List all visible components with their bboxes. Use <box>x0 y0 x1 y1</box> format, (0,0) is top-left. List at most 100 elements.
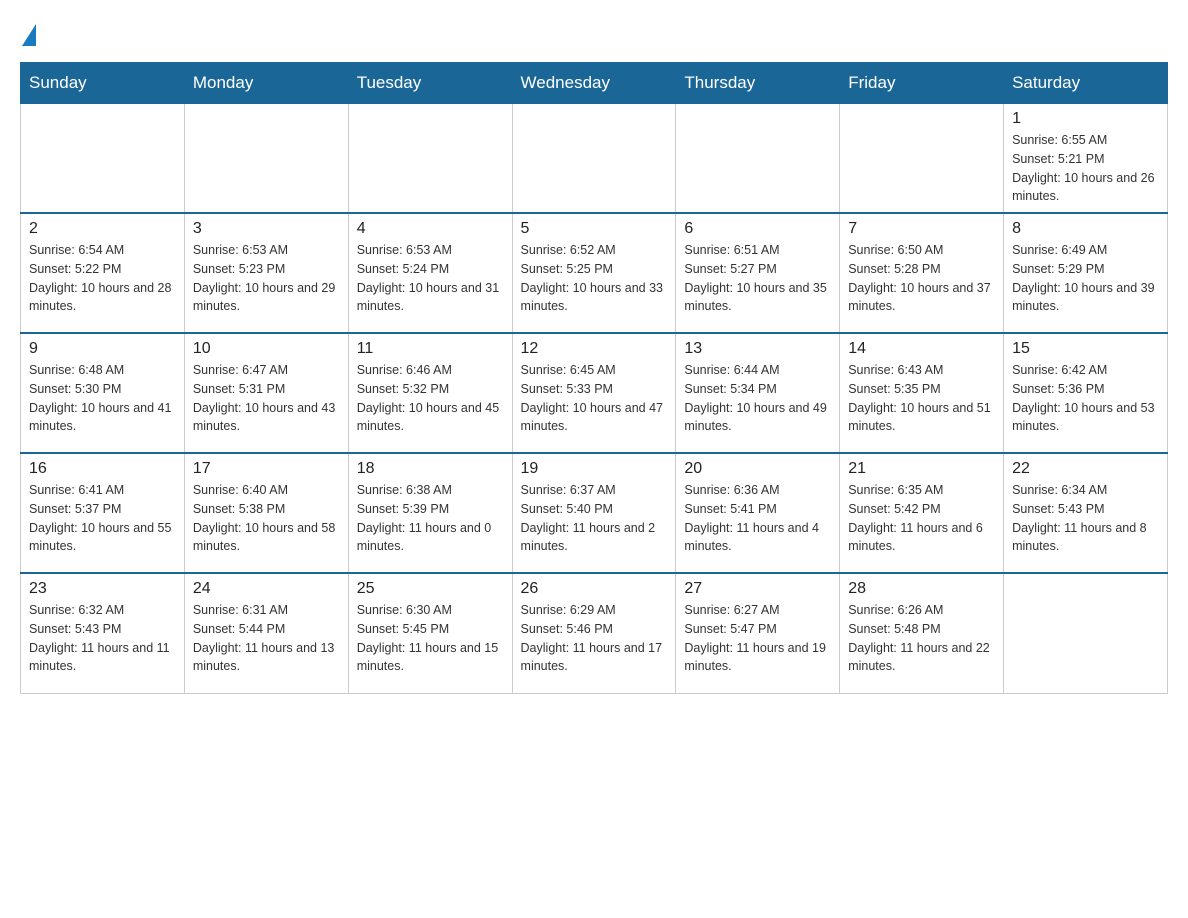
calendar-cell: 20Sunrise: 6:36 AMSunset: 5:41 PMDayligh… <box>676 453 840 573</box>
day-info: Sunrise: 6:48 AMSunset: 5:30 PMDaylight:… <box>29 361 176 436</box>
week-row-4: 16 Sunrise: 6:41 AMSunset: 5:37 PMDayligh… <box>21 453 1168 573</box>
day-info: Sunrise: 6:38 AMSunset: 5:39 PMDaylight:… <box>357 481 504 556</box>
calendar-cell: 6 Sunrise: 6:51 AMSunset: 5:27 PMDaylight… <box>676 213 840 333</box>
day-info: Sunrise: 6:27 AMSunset: 5:47 PMDaylight:… <box>684 601 831 676</box>
day-info: Sunrise: 6:32 AMSunset: 5:43 PMDaylight:… <box>29 601 176 676</box>
day-info: Sunrise: 6:49 AMSunset: 5:29 PMDaylight:… <box>1012 241 1159 316</box>
day-info: Sunrise: 6:52 AMSunset: 5:25 PMDaylight:… <box>521 241 668 316</box>
calendar-cell: 27 Sunrise: 6:27 AMSunset: 5:47 PMDayligh… <box>676 573 840 693</box>
calendar-cell: 12Sunrise: 6:45 AMSunset: 5:33 PMDayligh… <box>512 333 676 453</box>
day-info: Sunrise: 6:45 AMSunset: 5:33 PMDaylight:… <box>521 361 668 436</box>
calendar-cell: 19 Sunrise: 6:37 AMSunset: 5:40 PMDayligh… <box>512 453 676 573</box>
day-number: 13 <box>684 340 831 358</box>
day-number: 10 <box>193 340 340 358</box>
day-info: Sunrise: 6:54 AMSunset: 5:22 PMDaylight:… <box>29 241 176 316</box>
logo <box>20 20 36 42</box>
day-number: 26 <box>521 580 668 598</box>
calendar-table: SundayMondayTuesdayWednesdayThursdayFrid… <box>20 62 1168 694</box>
day-number: 2 <box>29 220 176 238</box>
day-info: Sunrise: 6:34 AMSunset: 5:43 PMDaylight:… <box>1012 481 1159 556</box>
day-number: 16 <box>29 460 176 478</box>
day-info: Sunrise: 6:43 AMSunset: 5:35 PMDaylight:… <box>848 361 995 436</box>
calendar-cell: 22 Sunrise: 6:34 AMSunset: 5:43 PMDayligh… <box>1004 453 1168 573</box>
calendar-cell: 4 Sunrise: 6:53 AMSunset: 5:24 PMDaylight… <box>348 213 512 333</box>
day-number: 17 <box>193 460 340 478</box>
day-number: 9 <box>29 340 176 358</box>
week-row-5: 23 Sunrise: 6:32 AMSunset: 5:43 PMDayligh… <box>21 573 1168 693</box>
day-info: Sunrise: 6:50 AMSunset: 5:28 PMDaylight:… <box>848 241 995 316</box>
calendar-cell: 17 Sunrise: 6:40 AMSunset: 5:38 PMDayligh… <box>184 453 348 573</box>
calendar-cell <box>184 104 348 214</box>
day-number: 1 <box>1012 110 1159 128</box>
calendar-cell: 21 Sunrise: 6:35 AMSunset: 5:42 PMDayligh… <box>840 453 1004 573</box>
day-number: 7 <box>848 220 995 238</box>
week-row-3: 9 Sunrise: 6:48 AMSunset: 5:30 PMDaylight… <box>21 333 1168 453</box>
day-header-monday: Monday <box>184 63 348 104</box>
calendar-cell: 13 Sunrise: 6:44 AMSunset: 5:34 PMDayligh… <box>676 333 840 453</box>
calendar-cell: 18 Sunrise: 6:38 AMSunset: 5:39 PMDayligh… <box>348 453 512 573</box>
day-info: Sunrise: 6:40 AMSunset: 5:38 PMDaylight:… <box>193 481 340 556</box>
day-number: 3 <box>193 220 340 238</box>
day-header-wednesday: Wednesday <box>512 63 676 104</box>
day-info: Sunrise: 6:42 AMSunset: 5:36 PMDaylight:… <box>1012 361 1159 436</box>
day-info: Sunrise: 6:35 AMSunset: 5:42 PMDaylight:… <box>848 481 995 556</box>
day-header-sunday: Sunday <box>21 63 185 104</box>
calendar-cell <box>676 104 840 214</box>
day-number: 15 <box>1012 340 1159 358</box>
day-info: Sunrise: 6:44 AMSunset: 5:34 PMDaylight:… <box>684 361 831 436</box>
day-number: 23 <box>29 580 176 598</box>
calendar-cell: 2 Sunrise: 6:54 AMSunset: 5:22 PMDaylight… <box>21 213 185 333</box>
day-number: 28 <box>848 580 995 598</box>
calendar-cell <box>512 104 676 214</box>
calendar-cell: 23 Sunrise: 6:32 AMSunset: 5:43 PMDayligh… <box>21 573 185 693</box>
day-number: 19 <box>521 460 668 478</box>
day-header-friday: Friday <box>840 63 1004 104</box>
calendar-cell: 14 Sunrise: 6:43 AMSunset: 5:35 PMDayligh… <box>840 333 1004 453</box>
calendar-cell: 24Sunrise: 6:31 AMSunset: 5:44 PMDayligh… <box>184 573 348 693</box>
day-header-saturday: Saturday <box>1004 63 1168 104</box>
day-header-tuesday: Tuesday <box>348 63 512 104</box>
calendar-cell: 16 Sunrise: 6:41 AMSunset: 5:37 PMDayligh… <box>21 453 185 573</box>
day-number: 6 <box>684 220 831 238</box>
calendar-header-row: SundayMondayTuesdayWednesdayThursdayFrid… <box>21 63 1168 104</box>
day-number: 18 <box>357 460 504 478</box>
day-number: 22 <box>1012 460 1159 478</box>
day-info: Sunrise: 6:29 AMSunset: 5:46 PMDaylight:… <box>521 601 668 676</box>
week-row-1: 1 Sunrise: 6:55 AMSunset: 5:21 PMDaylight… <box>21 104 1168 214</box>
day-info: Sunrise: 6:55 AMSunset: 5:21 PMDaylight:… <box>1012 131 1159 206</box>
day-info: Sunrise: 6:53 AMSunset: 5:24 PMDaylight:… <box>357 241 504 316</box>
day-number: 27 <box>684 580 831 598</box>
day-info: Sunrise: 6:51 AMSunset: 5:27 PMDaylight:… <box>684 241 831 316</box>
calendar-cell: 28Sunrise: 6:26 AMSunset: 5:48 PMDayligh… <box>840 573 1004 693</box>
page-header <box>20 20 1168 42</box>
day-number: 4 <box>357 220 504 238</box>
day-info: Sunrise: 6:37 AMSunset: 5:40 PMDaylight:… <box>521 481 668 556</box>
day-info: Sunrise: 6:53 AMSunset: 5:23 PMDaylight:… <box>193 241 340 316</box>
calendar-cell <box>840 104 1004 214</box>
calendar-cell: 5 Sunrise: 6:52 AMSunset: 5:25 PMDaylight… <box>512 213 676 333</box>
day-info: Sunrise: 6:46 AMSunset: 5:32 PMDaylight:… <box>357 361 504 436</box>
day-number: 8 <box>1012 220 1159 238</box>
calendar-cell: 15 Sunrise: 6:42 AMSunset: 5:36 PMDayligh… <box>1004 333 1168 453</box>
calendar-cell <box>1004 573 1168 693</box>
day-info: Sunrise: 6:31 AMSunset: 5:44 PMDaylight:… <box>193 601 340 676</box>
day-number: 5 <box>521 220 668 238</box>
calendar-cell: 7 Sunrise: 6:50 AMSunset: 5:28 PMDaylight… <box>840 213 1004 333</box>
calendar-cell: 1 Sunrise: 6:55 AMSunset: 5:21 PMDaylight… <box>1004 104 1168 214</box>
calendar-cell: 25Sunrise: 6:30 AMSunset: 5:45 PMDayligh… <box>348 573 512 693</box>
calendar-cell: 8 Sunrise: 6:49 AMSunset: 5:29 PMDaylight… <box>1004 213 1168 333</box>
calendar-cell: 9 Sunrise: 6:48 AMSunset: 5:30 PMDaylight… <box>21 333 185 453</box>
day-info: Sunrise: 6:41 AMSunset: 5:37 PMDaylight:… <box>29 481 176 556</box>
day-info: Sunrise: 6:36 AMSunset: 5:41 PMDaylight:… <box>684 481 831 556</box>
day-info: Sunrise: 6:30 AMSunset: 5:45 PMDaylight:… <box>357 601 504 676</box>
calendar-cell: 10 Sunrise: 6:47 AMSunset: 5:31 PMDayligh… <box>184 333 348 453</box>
calendar-cell <box>21 104 185 214</box>
day-header-thursday: Thursday <box>676 63 840 104</box>
day-info: Sunrise: 6:47 AMSunset: 5:31 PMDaylight:… <box>193 361 340 436</box>
calendar-cell: 11 Sunrise: 6:46 AMSunset: 5:32 PMDayligh… <box>348 333 512 453</box>
day-number: 11 <box>357 340 504 358</box>
day-number: 14 <box>848 340 995 358</box>
calendar-cell: 3 Sunrise: 6:53 AMSunset: 5:23 PMDaylight… <box>184 213 348 333</box>
week-row-2: 2 Sunrise: 6:54 AMSunset: 5:22 PMDaylight… <box>21 213 1168 333</box>
day-number: 21 <box>848 460 995 478</box>
